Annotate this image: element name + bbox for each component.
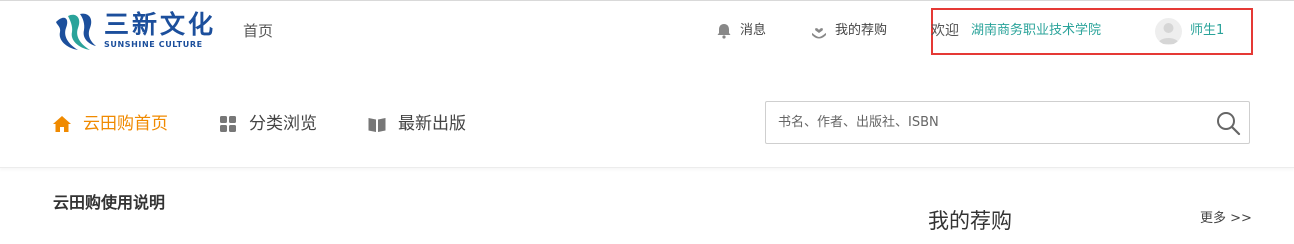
section-title: 云田购使用说明: [53, 193, 166, 212]
book-icon: [368, 118, 386, 132]
nav-item-home[interactable]: 云田购首页: [52, 112, 168, 136]
avatar[interactable]: [1155, 18, 1182, 45]
username-link[interactable]: 师生1: [1190, 20, 1224, 42]
nav-item-new-releases-label: 最新出版: [398, 114, 466, 134]
logo-mark-icon: [56, 13, 96, 51]
logo-subtext: SUNSHINE CULTURE: [104, 40, 203, 49]
welcome-label: 欢迎: [931, 23, 959, 39]
nav-item-home-label: 云田购首页: [83, 114, 168, 134]
nav-item-categories-label: 分类浏览: [249, 114, 317, 134]
hand-heart-icon: [812, 28, 826, 39]
search-input[interactable]: [778, 102, 1198, 143]
search-icon[interactable]: [1215, 110, 1241, 136]
messages-label: 消息: [740, 23, 767, 38]
more-link[interactable]: 更多 >>: [1200, 210, 1252, 228]
nav-item-new-releases[interactable]: 最新出版: [367, 112, 466, 136]
home-link[interactable]: 首页: [243, 20, 273, 42]
nav-item-categories[interactable]: 分类浏览: [218, 112, 317, 136]
grid-icon: [220, 116, 236, 132]
search-box: [765, 101, 1250, 144]
messages-link[interactable]: 消息: [715, 20, 766, 42]
home-icon: [53, 116, 71, 132]
my-purchase-link[interactable]: 我的荐购: [810, 20, 887, 42]
bell-icon: [717, 24, 731, 39]
user-icon: [1158, 23, 1179, 44]
school-name-link[interactable]: 湖南商务职业技术学院: [971, 20, 1101, 42]
side-panel-title: 我的荐购: [928, 209, 1012, 233]
logo-text: 三新文化: [104, 10, 217, 39]
my-purchase-label: 我的荐购: [835, 23, 888, 38]
